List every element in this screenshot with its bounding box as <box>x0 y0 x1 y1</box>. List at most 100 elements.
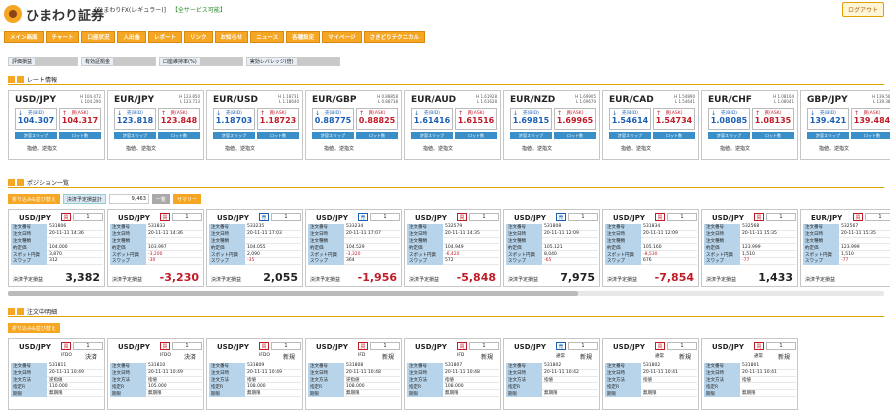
nav-item[interactable]: ニュース <box>250 31 285 43</box>
detail-value: 533234 <box>344 224 400 231</box>
detail-key: 注文番号 <box>209 224 245 231</box>
order-card[interactable]: USD/JPY 買 1 IFDO 決済 注文番号 531811 注文日時 20-11-11 10… <box>8 338 105 410</box>
slippage-control[interactable]: 許容スリップ <box>312 132 354 139</box>
bid-button[interactable]: ↓ 売(BID) 123.818 <box>114 108 156 130</box>
lot-control[interactable]: ロット数 <box>554 132 596 139</box>
nav-item[interactable]: マイページ <box>322 31 362 43</box>
order-card[interactable]: USD/JPY 買 1 IFD 新規 注文番号 531808 注文日時 20-11-11 10:… <box>305 338 402 410</box>
position-card[interactable]: USD/JPY 売 1 注文番号 531808 注文日時 20-11-11 12:09 注文種… <box>503 209 600 287</box>
limit-stop-link[interactable]: 指値、逆指文 <box>225 145 255 152</box>
arrow-down-icon: ↓ <box>414 110 420 117</box>
limit-stop-link[interactable]: 指値、逆指文 <box>819 145 849 152</box>
ask-button[interactable]: ↑ 買(ASK) 123.848 <box>158 108 200 130</box>
position-card[interactable]: USD/JPY 買 1 注文番号 531833 注文日時 20-11-11 14:36 注文種… <box>107 209 204 287</box>
ask-button[interactable]: ↑ 買(ASK) 0.88825 <box>356 108 398 130</box>
expand-icon[interactable] <box>17 307 24 315</box>
detail-key: スワップ <box>803 257 839 265</box>
bid-button[interactable]: ↓ 売(BID) 1.61416 <box>411 108 453 130</box>
limit-stop-link[interactable]: 指値、逆指文 <box>522 145 552 152</box>
ask-button[interactable]: ↑ 買(ASK) 1.61516 <box>455 108 497 130</box>
order-card[interactable]: USD/JPY 買 1 IFD 新規 注文番号 531807 注文日時 20-11-11 10:… <box>404 338 501 410</box>
slippage-control[interactable]: 許容スリップ <box>15 132 57 139</box>
order-details: 注文番号 531808 注文日時 20-11-11 10:48 注文方法 逆指値 指定R 10… <box>308 363 400 397</box>
scrollbar-thumb[interactable] <box>8 291 578 296</box>
position-card[interactable]: EUR/JPY 買 1 注文番号 532567 注文日時 20-11-11 15:35 注文種… <box>800 209 890 287</box>
nav-item[interactable]: 入出金 <box>117 31 146 43</box>
lot-control[interactable]: ロット数 <box>851 132 890 139</box>
summary-view-button[interactable]: サマリー <box>172 194 201 204</box>
list-view-button[interactable]: 一覧 <box>151 194 170 204</box>
nav-item[interactable]: 各種設定 <box>286 31 321 43</box>
order-card[interactable]: USD/JPY 買 1 IFDO 決済 注文番号 531810 注文日時 20-11-11 10… <box>107 338 204 410</box>
nav-item[interactable]: レポート <box>148 31 183 43</box>
section-orders-header[interactable]: 注文中明細 <box>8 306 884 317</box>
slippage-control[interactable]: 許容スリップ <box>510 132 552 139</box>
detail-key: スワップ <box>209 257 245 265</box>
nav-item[interactable]: お知らせ <box>214 31 249 43</box>
nav-item[interactable]: さきどりテクニカル <box>363 31 426 43</box>
order-card[interactable]: USD/JPY 買 1 IFDO 新規 注文番号 531809 注文日時 20-11-11 10… <box>206 338 303 410</box>
slippage-control[interactable]: 許容スリップ <box>411 132 453 139</box>
detail-value: 123.999 <box>839 244 890 252</box>
nav-item[interactable]: チャート <box>45 31 80 43</box>
expand-icon[interactable] <box>17 75 24 83</box>
lot-control[interactable]: ロット数 <box>752 132 794 139</box>
limit-stop-link[interactable]: 指値、逆指文 <box>423 145 453 152</box>
lot-control[interactable]: ロット数 <box>158 132 200 139</box>
limit-stop-link[interactable]: 指値、逆指文 <box>27 145 57 152</box>
lot-control[interactable]: ロット数 <box>653 132 695 139</box>
order-card[interactable]: USD/JPY 買 1 通常 新規 注文番号 531802 注文日時 20-11-11 10:4… <box>602 338 699 410</box>
nav-item[interactable]: メイン画面 <box>4 31 44 43</box>
bid-button[interactable]: ↓ 売(BID) 1.18703 <box>213 108 255 130</box>
bid-button[interactable]: ↓ 売(BID) 139.421 <box>807 108 849 130</box>
orders-fold-sort-button[interactable]: 折り込み&並び替え <box>8 323 60 333</box>
nav-item[interactable]: リンク <box>184 31 213 43</box>
bid-button[interactable]: ↓ 売(BID) 1.08085 <box>708 108 750 130</box>
order-card[interactable]: USD/JPY 売 1 通常 新規 注文番号 531802 注文日時 20-11-11 10:4… <box>503 338 600 410</box>
detail-value: 531808 <box>344 363 400 370</box>
limit-stop-link[interactable]: 指値、逆指文 <box>126 145 156 152</box>
nav-item[interactable]: 口座状況 <box>81 31 116 43</box>
expand-icon[interactable] <box>17 178 24 186</box>
limit-stop-link[interactable]: 指値、逆指文 <box>720 145 750 152</box>
lot-control[interactable]: ロット数 <box>455 132 497 139</box>
ask-button[interactable]: ↑ 買(ASK) 1.18723 <box>257 108 299 130</box>
bid-button[interactable]: ↓ 売(BID) 1.54614 <box>609 108 651 130</box>
positions-scrollbar[interactable] <box>8 291 884 296</box>
position-card[interactable]: USD/JPY 売 1 注文番号 533234 注文日時 20-11-11 17:07 注文種… <box>305 209 402 287</box>
collapse-icon[interactable] <box>8 178 15 186</box>
section-positions-header[interactable]: ポジション一覧 <box>8 177 884 188</box>
lot-control[interactable]: ロット数 <box>59 132 101 139</box>
arrow-down-icon: ↓ <box>117 110 123 117</box>
position-card[interactable]: USD/JPY 買 1 注文番号 532568 注文日時 20-11-11 15:35 注文種… <box>701 209 798 287</box>
ask-button[interactable]: ↑ 買(ASK) 1.69965 <box>554 108 596 130</box>
position-card[interactable]: USD/JPY 買 1 注文番号 531806 注文日時 20-11-11 14:36 注文種… <box>8 209 105 287</box>
position-card[interactable]: USD/JPY 売 1 注文番号 533235 注文日時 20-11-11 17:03 注文種… <box>206 209 303 287</box>
limit-stop-link[interactable]: 指値、逆指文 <box>324 145 354 152</box>
stat-label: 有効証拠金 <box>82 58 114 65</box>
slippage-control[interactable]: 許容スリップ <box>807 132 849 139</box>
collapse-icon[interactable] <box>8 307 15 315</box>
slippage-control[interactable]: 許容スリップ <box>708 132 750 139</box>
lot-control[interactable]: ロット数 <box>257 132 299 139</box>
bid-button[interactable]: ↓ 売(BID) 104.307 <box>15 108 57 130</box>
lot-control[interactable]: ロット数 <box>356 132 398 139</box>
limit-stop-link[interactable]: 指値、逆指文 <box>621 145 651 152</box>
position-card[interactable]: USD/JPY 買 1 注文番号 532579 注文日時 20-11-11 14:35 注文種… <box>404 209 501 287</box>
collapse-icon[interactable] <box>8 75 15 83</box>
bid-button[interactable]: ↓ 売(BID) 0.88775 <box>312 108 354 130</box>
position-card[interactable]: USD/JPY 買 1 注文番号 531834 注文日時 20-11-11 12:09 注文種… <box>602 209 699 287</box>
ask-button[interactable]: ↑ 買(ASK) 104.317 <box>59 108 101 130</box>
fold-sort-button[interactable]: 折り込み&並び替え <box>8 194 60 204</box>
logout-button[interactable]: ログアウト <box>842 2 884 17</box>
slippage-control[interactable]: 許容スリップ <box>213 132 255 139</box>
slippage-control[interactable]: 許容スリップ <box>114 132 156 139</box>
section-rates-header[interactable]: レート情報 <box>8 74 884 85</box>
detail-value <box>443 238 499 245</box>
ask-button[interactable]: ↑ 買(ASK) 1.08135 <box>752 108 794 130</box>
bid-button[interactable]: ↓ 売(BID) 1.69815 <box>510 108 552 130</box>
ask-button[interactable]: ↑ 買(ASK) 1.54734 <box>653 108 695 130</box>
ask-button[interactable]: ↑ 買(ASK) 139.484 <box>851 108 890 130</box>
slippage-control[interactable]: 許容スリップ <box>609 132 651 139</box>
order-card[interactable]: USD/JPY 買 1 通常 新規 注文番号 531801 注文日時 20-11-11 10:4… <box>701 338 798 410</box>
